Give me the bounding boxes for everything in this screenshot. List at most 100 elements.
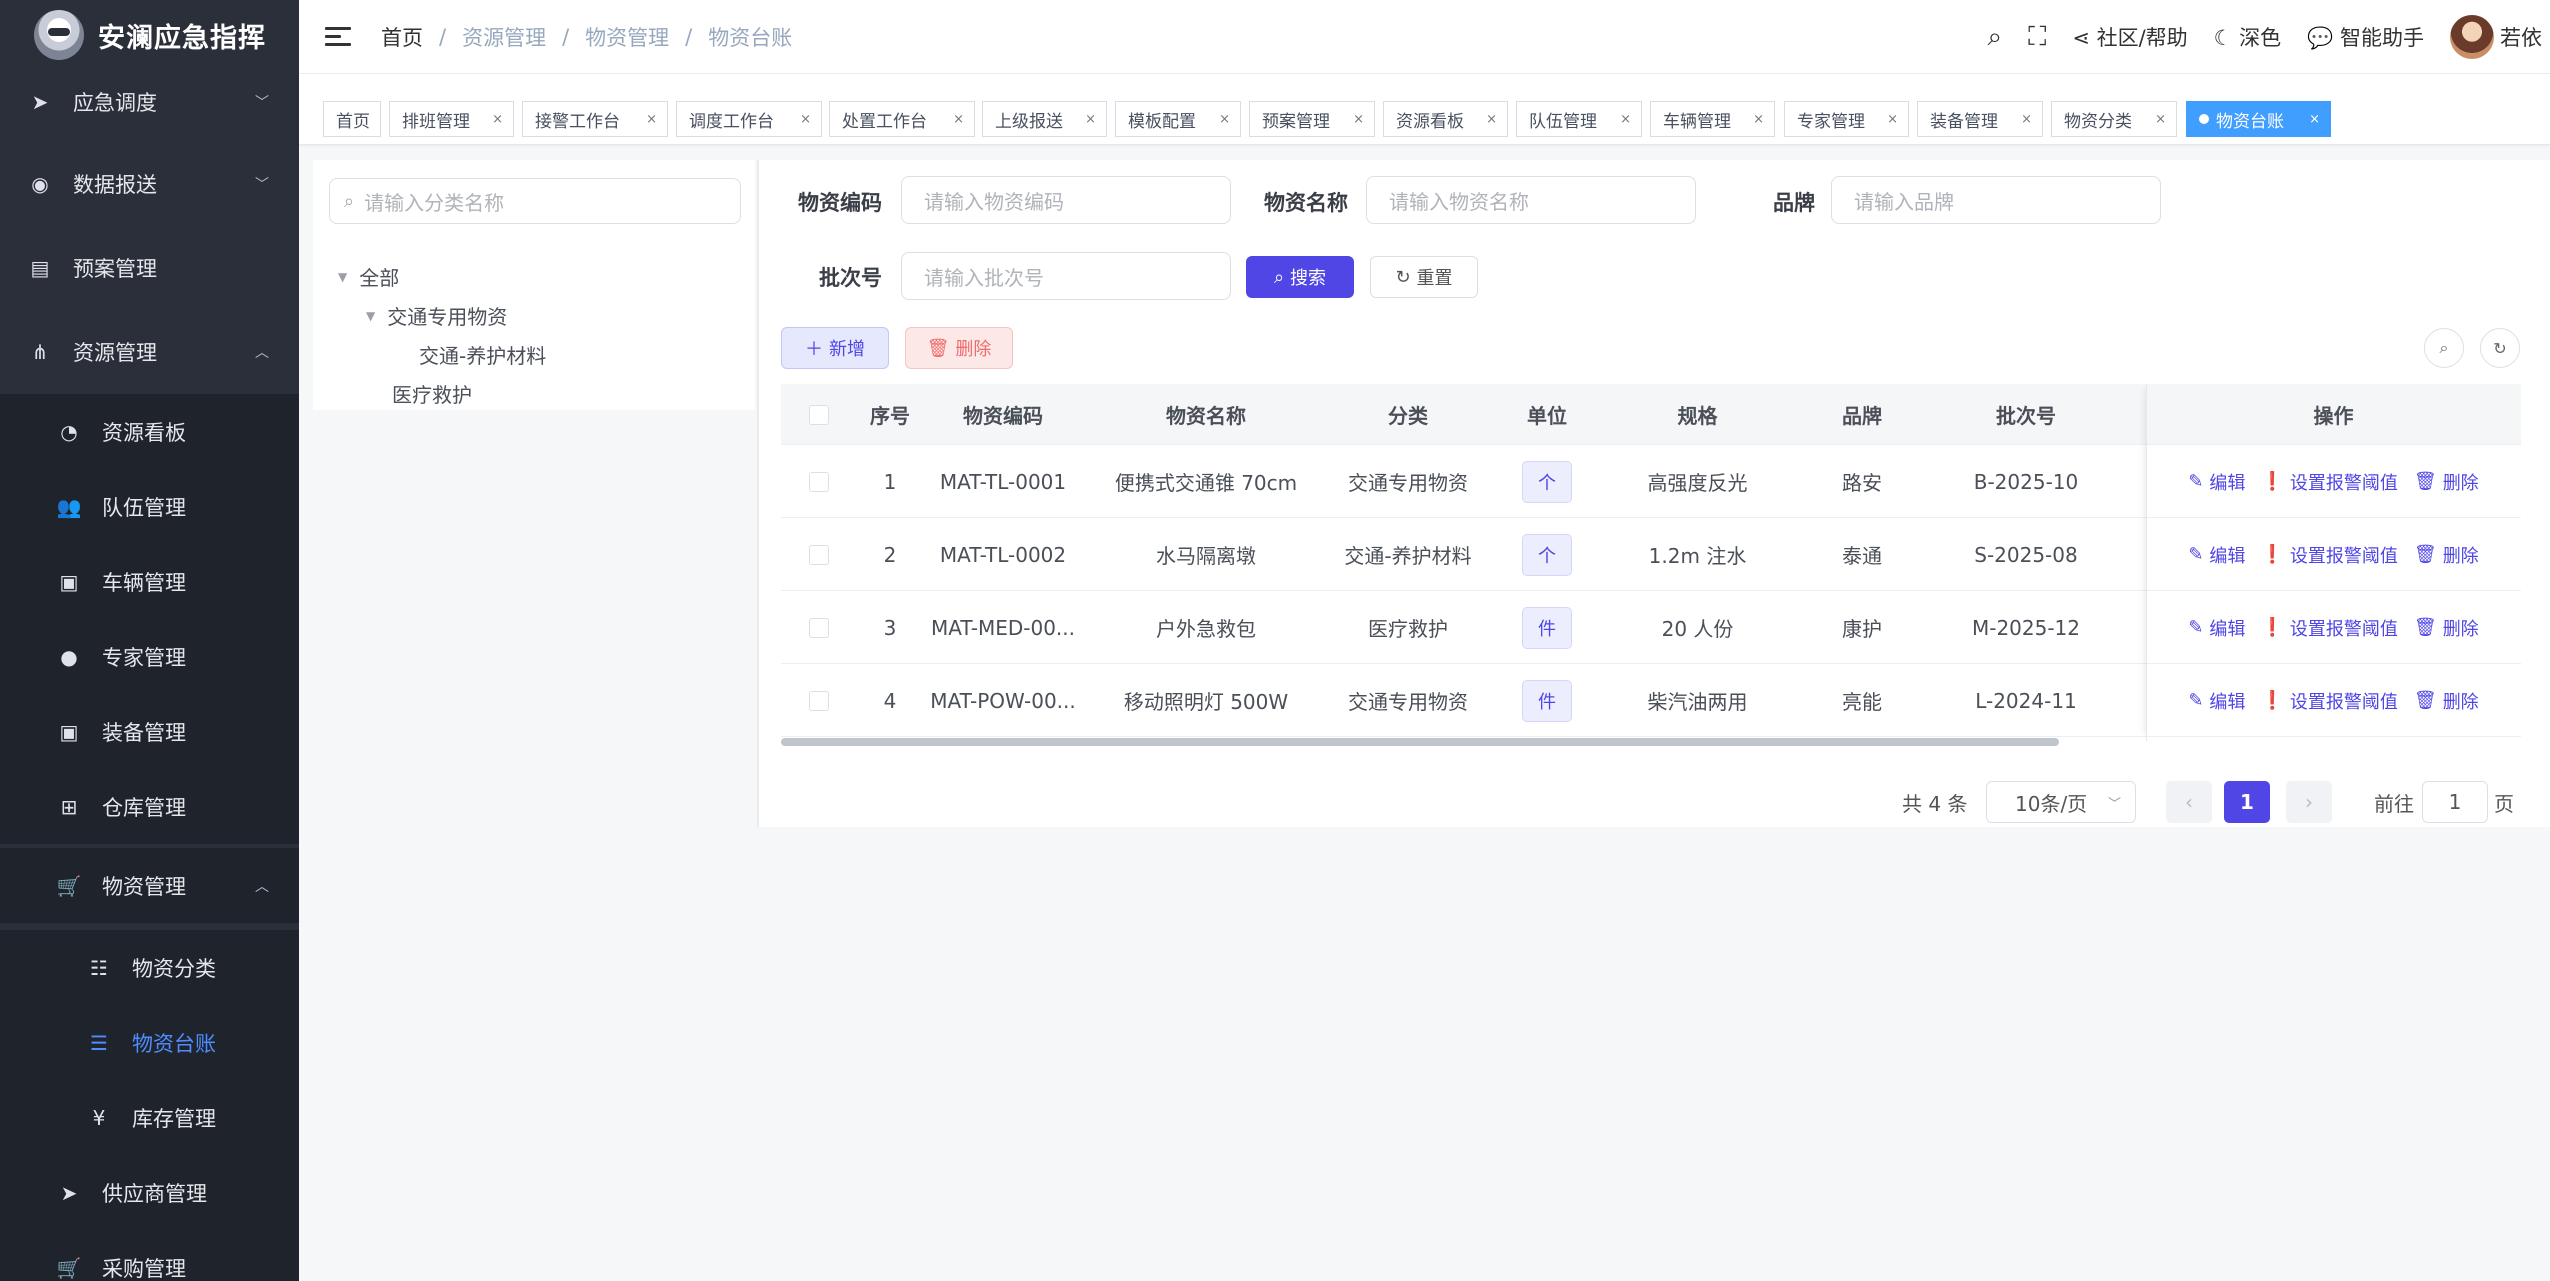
close-icon[interactable]: × [1486, 112, 1497, 127]
delete-button[interactable]: 🗑 删除 [905, 327, 1013, 369]
page-1-button[interactable]: 1 [2224, 781, 2270, 823]
tab-resource-board[interactable]: 资源看板 × [1383, 101, 1508, 137]
set-threshold-link[interactable]: ❗ 设置报警阈值 [2261, 615, 2397, 641]
filter-batch-input[interactable]: 请输入批次号 [901, 252, 1231, 300]
edit-link[interactable]: ✎ 编辑 [2188, 469, 2245, 495]
sidebar-item-report[interactable]: ◉ 数据报送 ﹀ [0, 142, 299, 226]
breadcrumb-resources[interactable]: 资源管理 [462, 22, 546, 52]
tab-experts[interactable]: 专家管理 × [1784, 101, 1909, 137]
category-search-input[interactable]: ⌕ 请输入分类名称 [329, 178, 741, 224]
community-link[interactable]: ⋖ 社区/帮助 [2072, 22, 2187, 52]
sidebar-item-suppliers[interactable]: ➤ 供应商管理 [0, 1155, 299, 1230]
tab-vehicles[interactable]: 车辆管理 × [1650, 101, 1775, 137]
close-icon[interactable]: × [492, 112, 503, 127]
search-icon[interactable]: ⌕ [1988, 22, 2003, 53]
edit-link[interactable]: ✎ 编辑 [2188, 688, 2245, 714]
close-icon[interactable]: × [1353, 112, 1364, 127]
prev-page-button[interactable]: ‹ [2166, 781, 2212, 823]
next-page-button[interactable]: › [2286, 781, 2332, 823]
reset-button[interactable]: ↻ 重置 [1370, 256, 1478, 298]
filter-name-input[interactable]: 请输入物资名称 [1366, 176, 1696, 224]
tree-node-all[interactable]: ▼ 全部 [338, 262, 399, 291]
tab-template[interactable]: 模板配置 × [1115, 101, 1241, 137]
sidebar-item-equipment[interactable]: ▣ 装备管理 [0, 694, 299, 769]
goto-page-input[interactable]: 1 [2422, 781, 2488, 823]
close-icon[interactable]: × [2021, 112, 2032, 127]
theme-toggle[interactable]: ☾ 深色 [2214, 22, 2282, 52]
sidebar-item-vehicles[interactable]: ▣ 车辆管理 [0, 544, 299, 619]
add-button[interactable]: ＋ 新增 [781, 327, 889, 369]
edit-link[interactable]: ✎ 编辑 [2188, 615, 2245, 641]
close-icon[interactable]: × [1753, 112, 1764, 127]
sidebar-item-resource-board[interactable]: ◔ 资源看板 [0, 394, 299, 469]
page-suffix: 页 [2494, 791, 2514, 816]
delete-link[interactable]: 🗑 删除 [2414, 542, 2479, 568]
close-icon[interactable]: × [2309, 112, 2320, 127]
sidebar-item-warehouse[interactable]: ⊞ 仓库管理 [0, 769, 299, 844]
tab-plans[interactable]: 预案管理 × [1249, 101, 1375, 137]
sidebar-item-label: 物资管理 [102, 874, 186, 899]
close-icon[interactable]: × [1620, 112, 1631, 127]
sidebar-item-experts[interactable]: ● 专家管理 [0, 619, 299, 694]
sidebar-item-resources[interactable]: ⋔ 资源管理 ︿ [0, 310, 299, 394]
toggle-search-icon[interactable]: ⌕ [2424, 328, 2464, 368]
tree-node-medical[interactable]: 医疗救护 [392, 379, 472, 408]
user-menu[interactable]: 若依 [2450, 15, 2542, 59]
sidebar-item-teams[interactable]: 👥 队伍管理 [0, 469, 299, 544]
row-checkbox[interactable] [809, 471, 829, 492]
fullscreen-icon[interactable]: ⛶ [2028, 22, 2046, 53]
set-threshold-link[interactable]: ❗ 设置报警阈值 [2261, 469, 2397, 495]
delete-link[interactable]: 🗑 删除 [2414, 469, 2479, 495]
sidebar-item-materials[interactable]: 🛒 物资管理 ︿ [0, 848, 299, 923]
breadcrumb-home[interactable]: 首页 [381, 22, 423, 52]
filter-code-input[interactable]: 请输入物资编码 [901, 176, 1231, 224]
close-icon[interactable]: × [2155, 112, 2166, 127]
close-icon[interactable]: × [1219, 112, 1230, 127]
tab-material-ledger[interactable]: 物资台账 × [2186, 101, 2331, 137]
tab-alarm-desk[interactable]: 接警工作台 × [522, 101, 668, 137]
close-icon[interactable]: × [1887, 112, 1898, 127]
sidebar-item-dispatch[interactable]: ➤ 应急调度 ﹀ [0, 58, 299, 146]
tree-node-traffic[interactable]: ▼ 交通专用物资 [366, 301, 507, 330]
tab-dispatch-desk[interactable]: 调度工作台 × [676, 101, 822, 137]
select-all-checkbox[interactable] [809, 404, 829, 425]
delete-link[interactable]: 🗑 删除 [2414, 615, 2479, 641]
sidebar-item-plans[interactable]: ▤ 预案管理 [0, 226, 299, 310]
row-checkbox[interactable] [809, 617, 829, 638]
tab-label: 处置工作台 [842, 111, 927, 132]
tree-node-traffic-maintenance[interactable]: 交通-养护材料 [419, 340, 546, 369]
close-icon[interactable]: × [800, 112, 811, 127]
edit-link[interactable]: ✎ 编辑 [2188, 542, 2245, 568]
close-icon[interactable]: × [646, 112, 657, 127]
tab-material-category[interactable]: 物资分类 × [2051, 101, 2177, 137]
delete-link[interactable]: 🗑 删除 [2414, 688, 2479, 714]
row-checkbox[interactable] [809, 544, 829, 565]
menu-toggle-icon[interactable] [325, 27, 351, 46]
tab-equipment[interactable]: 装备管理 × [1917, 101, 2043, 137]
tab-home[interactable]: 首页 [323, 101, 381, 137]
header-actions: ⌕ ⛶ ⋖ 社区/帮助 ☾ 深色 💬 智能助手 若依 [1988, 0, 2550, 74]
table-horizontal-scrollbar[interactable] [781, 738, 2059, 746]
sidebar-item-material-ledger[interactable]: ☰ 物资台账 [0, 1005, 299, 1080]
tab-upper-report[interactable]: 上级报送 × [982, 101, 1107, 137]
search-button[interactable]: ⌕ 搜索 [1246, 256, 1354, 298]
set-threshold-link[interactable]: ❗ 设置报警阈值 [2261, 542, 2397, 568]
cell-code: MAT-MED-00... [930, 615, 1075, 640]
cell-category: 交通专用物资 [1348, 690, 1468, 714]
row-checkbox[interactable] [809, 690, 829, 711]
assistant-button[interactable]: 💬 智能助手 [2307, 22, 2424, 52]
filter-brand-input[interactable]: 请输入品牌 [1831, 176, 2161, 224]
tab-handling-desk[interactable]: 处置工作台 × [829, 101, 975, 137]
sidebar-item-inventory[interactable]: ¥ 库存管理 [0, 1080, 299, 1155]
refresh-icon[interactable]: ↻ [2480, 328, 2520, 368]
close-icon[interactable]: × [953, 112, 964, 127]
close-icon[interactable]: × [1085, 112, 1096, 127]
set-threshold-link[interactable]: ❗ 设置报警阈值 [2261, 688, 2397, 714]
sidebar-item-label: 仓库管理 [102, 795, 186, 820]
breadcrumb-materials[interactable]: 物资管理 [585, 22, 669, 52]
sidebar-item-procurement[interactable]: 🛒 采购管理 [0, 1230, 299, 1281]
sidebar-item-material-category[interactable]: ☷ 物资分类 [0, 930, 299, 1005]
page-size-select[interactable]: 10条/页 ﹀ [1986, 781, 2136, 823]
tab-shift[interactable]: 排班管理 × [389, 101, 514, 137]
tab-teams[interactable]: 队伍管理 × [1516, 101, 1642, 137]
